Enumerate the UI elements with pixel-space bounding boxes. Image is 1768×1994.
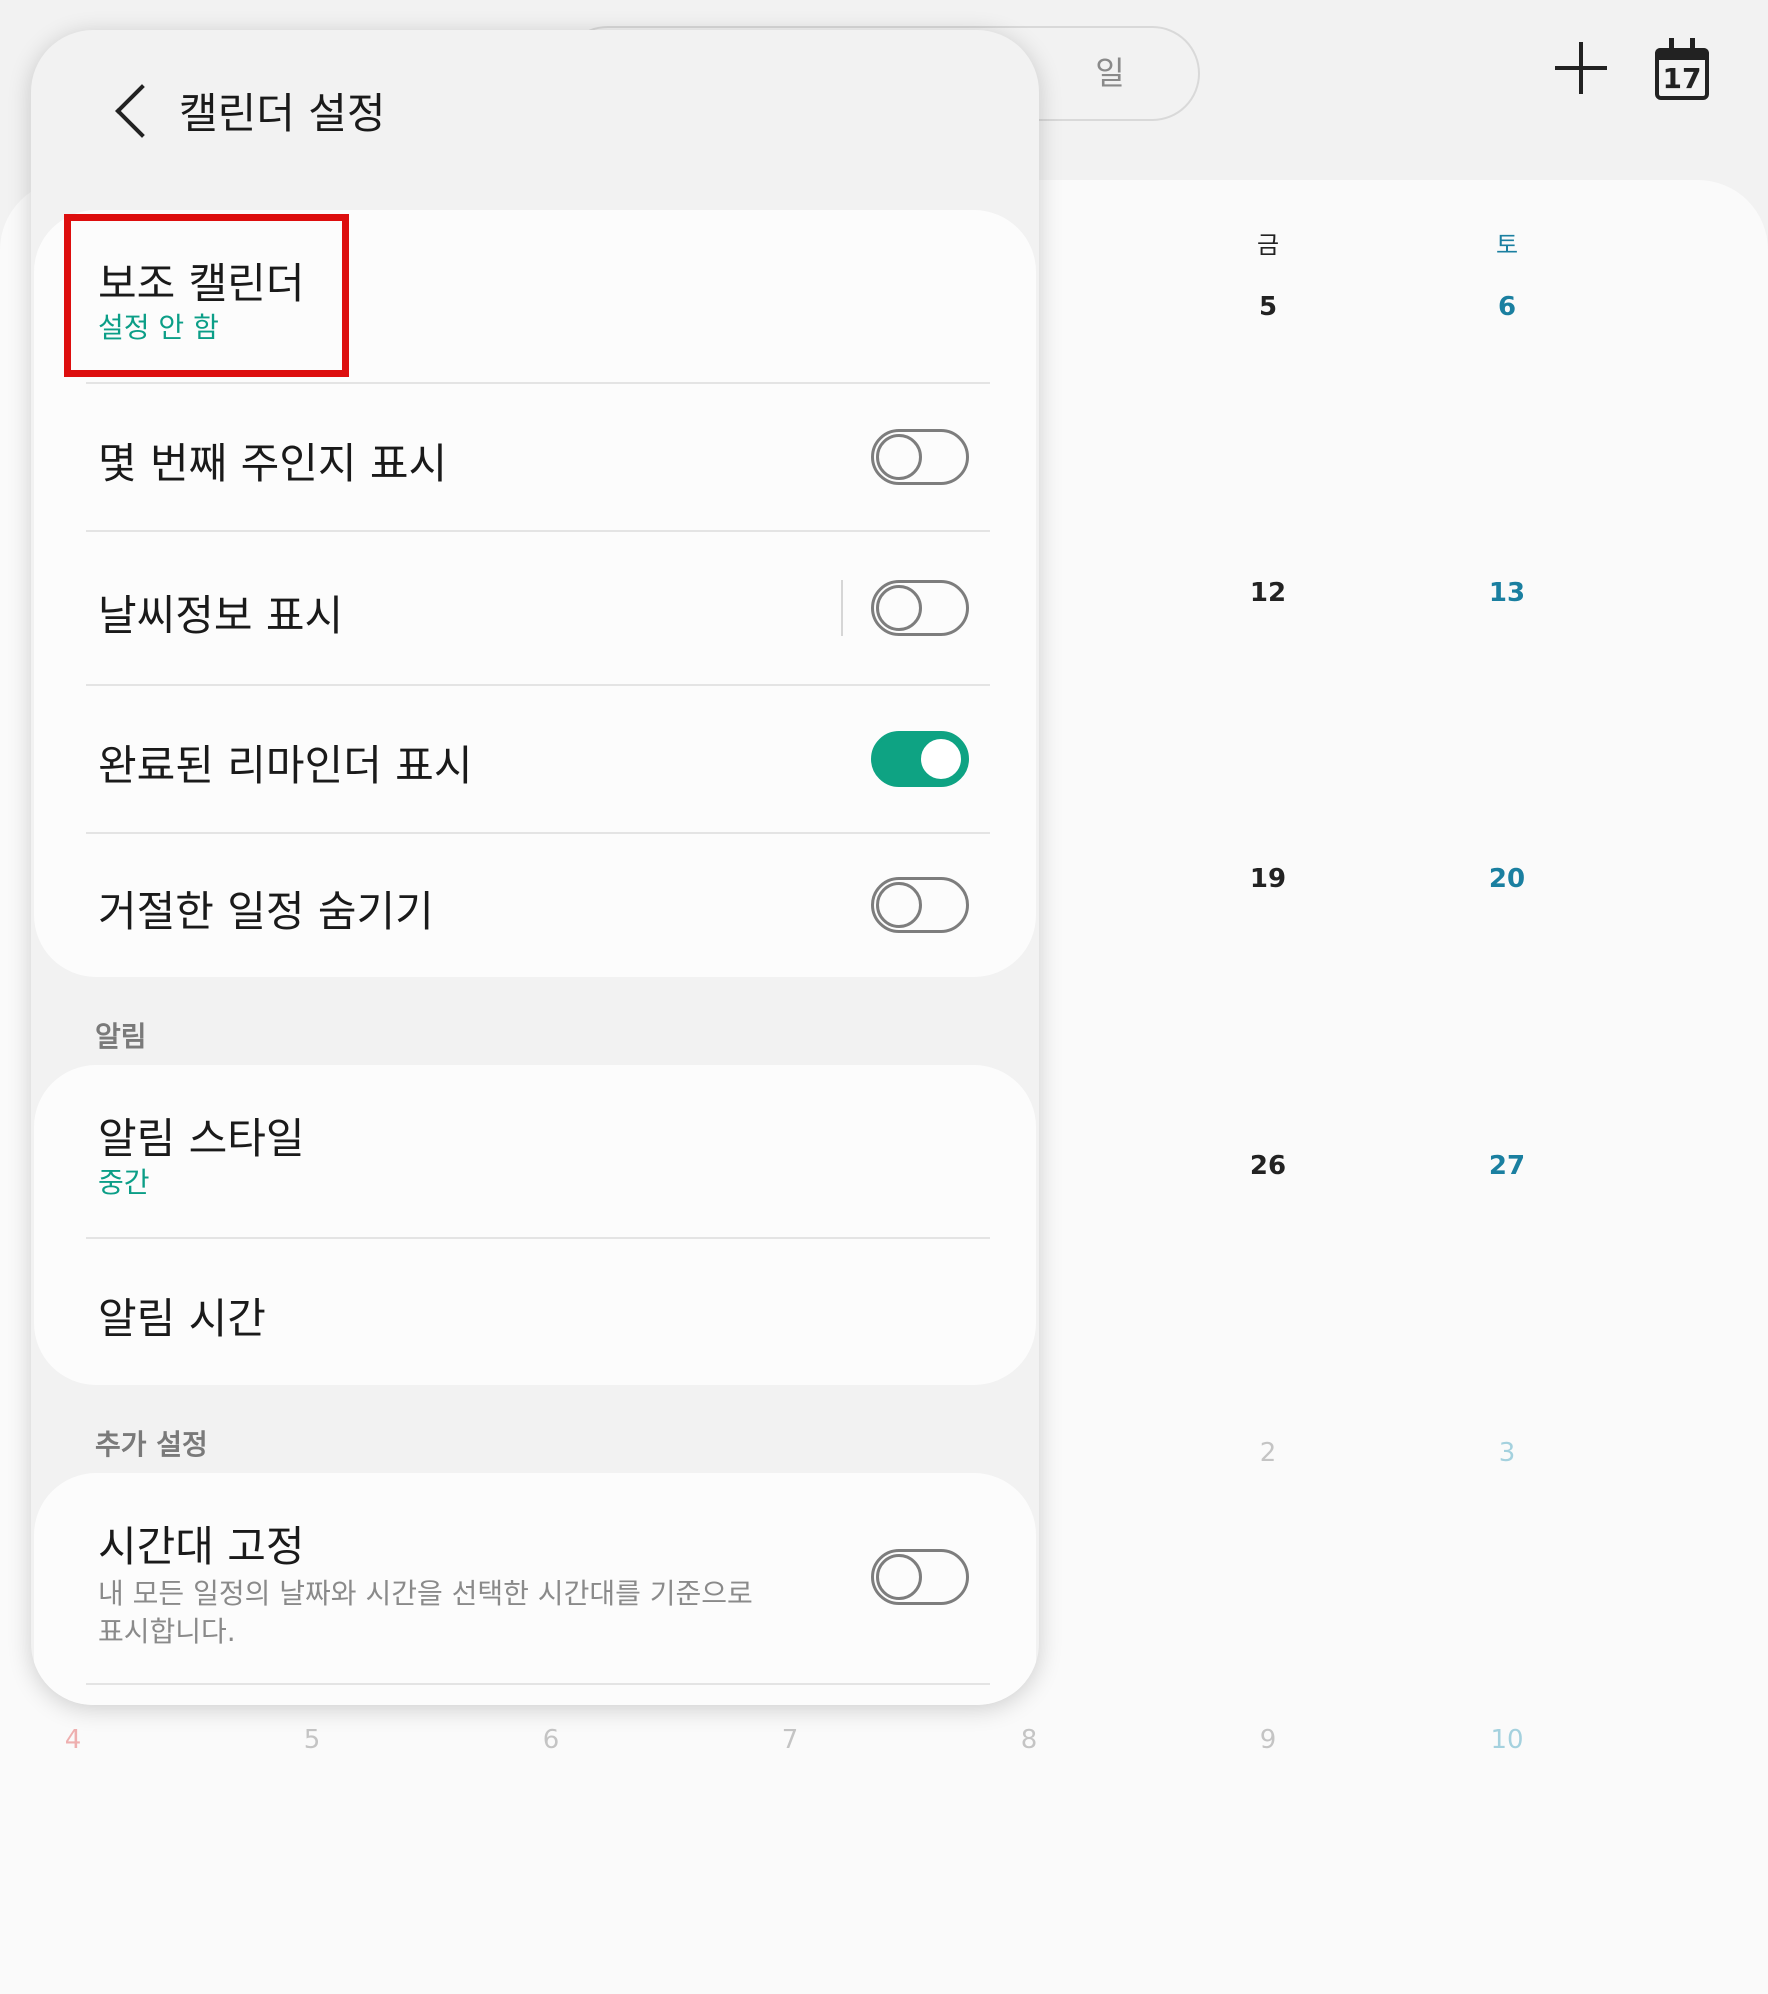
date-cell[interactable]: 8: [989, 1725, 1069, 1755]
highlight-box: [64, 214, 349, 377]
alert-style-label: 알림 스타일: [98, 1114, 305, 1163]
date-cell[interactable]: 26: [1228, 1151, 1308, 1181]
extra-section-header: 추가 설정: [95, 1428, 208, 1461]
date-cell[interactable]: 12: [1228, 578, 1308, 608]
alert-style-row[interactable]: 알림 스타일 중간: [34, 1065, 1036, 1237]
weather-label: 날씨정보 표시: [98, 591, 344, 640]
weekday-header-fri: 금: [1256, 231, 1280, 259]
lock-timezone-description: 내 모든 일정의 날짜와 시간을 선택한 시간대를 기준으로 표시합니다.: [98, 1577, 753, 1648]
date-cell[interactable]: 20: [1467, 864, 1547, 894]
divider: [86, 1683, 990, 1685]
date-cell[interactable]: 27: [1467, 1151, 1547, 1181]
page-title: 캘린더 설정: [179, 89, 386, 138]
date-cell[interactable]: 19: [1228, 864, 1308, 894]
today-calendar-icon[interactable]: 17: [1655, 38, 1709, 100]
toggle-knob: [876, 434, 922, 480]
date-cell[interactable]: 7: [750, 1725, 830, 1755]
calendar-screen: 일 17 금 토 5 6 12 13 19 20 26 27 2 3 4 5 6…: [0, 0, 1768, 1994]
date-cell[interactable]: 2: [1228, 1438, 1308, 1468]
alerts-section-header: 알림: [95, 1020, 147, 1053]
lock-timezone-label: 시간대 고정: [98, 1522, 305, 1571]
lock-timezone-toggle[interactable]: [871, 1549, 969, 1605]
alerts-card: 알림 스타일 중간 알림 시간: [34, 1065, 1036, 1385]
toggle-knob: [876, 585, 922, 631]
date-cell[interactable]: 5: [1228, 292, 1308, 322]
weather-row[interactable]: 날씨정보 표시: [34, 532, 1036, 684]
date-cell[interactable]: 13: [1467, 578, 1547, 608]
date-cell[interactable]: 10: [1467, 1725, 1547, 1755]
today-day-number: 17: [1662, 62, 1702, 95]
weekday-header-sat: 토: [1495, 231, 1519, 259]
alert-time-row[interactable]: 알림 시간: [34, 1239, 1036, 1385]
toggle-knob: [918, 736, 964, 782]
week-number-row[interactable]: 몇 번째 주인지 표시: [34, 384, 1036, 530]
date-cell[interactable]: 9: [1228, 1725, 1308, 1755]
hide-declined-row[interactable]: 거절한 일정 숨기기: [34, 834, 1036, 977]
vertical-separator: [841, 580, 843, 636]
week-number-label: 몇 번째 주인지 표시: [98, 439, 448, 488]
completed-reminders-label: 완료된 리마인더 표시: [98, 741, 473, 790]
date-cell[interactable]: 4: [33, 1725, 113, 1755]
add-icon[interactable]: [1555, 42, 1607, 94]
week-number-toggle[interactable]: [871, 429, 969, 485]
date-cell[interactable]: 6: [1467, 292, 1547, 322]
completed-reminders-row[interactable]: 완료된 리마인더 표시: [34, 686, 1036, 832]
date-cell[interactable]: 6: [511, 1725, 591, 1755]
back-arrow-icon[interactable]: [93, 74, 163, 144]
completed-reminders-toggle[interactable]: [871, 731, 969, 787]
lock-timezone-row[interactable]: 시간대 고정 내 모든 일정의 날짜와 시간을 선택한 시간대를 기준으로 표시…: [34, 1473, 1036, 1683]
date-cell[interactable]: 3: [1467, 1438, 1547, 1468]
toggle-knob: [876, 1554, 922, 1600]
date-cell[interactable]: 5: [272, 1725, 352, 1755]
alert-style-value: 중간: [98, 1166, 150, 1199]
hide-declined-toggle[interactable]: [871, 877, 969, 933]
extra-settings-card: 시간대 고정 내 모든 일정의 날짜와 시간을 선택한 시간대를 기준으로 표시…: [34, 1473, 1036, 1705]
hide-declined-label: 거절한 일정 숨기기: [98, 887, 434, 936]
toggle-knob: [876, 882, 922, 928]
alert-time-label: 알림 시간: [98, 1294, 266, 1343]
view-option-day[interactable]: 일: [1080, 48, 1140, 94]
weather-toggle[interactable]: [871, 580, 969, 636]
